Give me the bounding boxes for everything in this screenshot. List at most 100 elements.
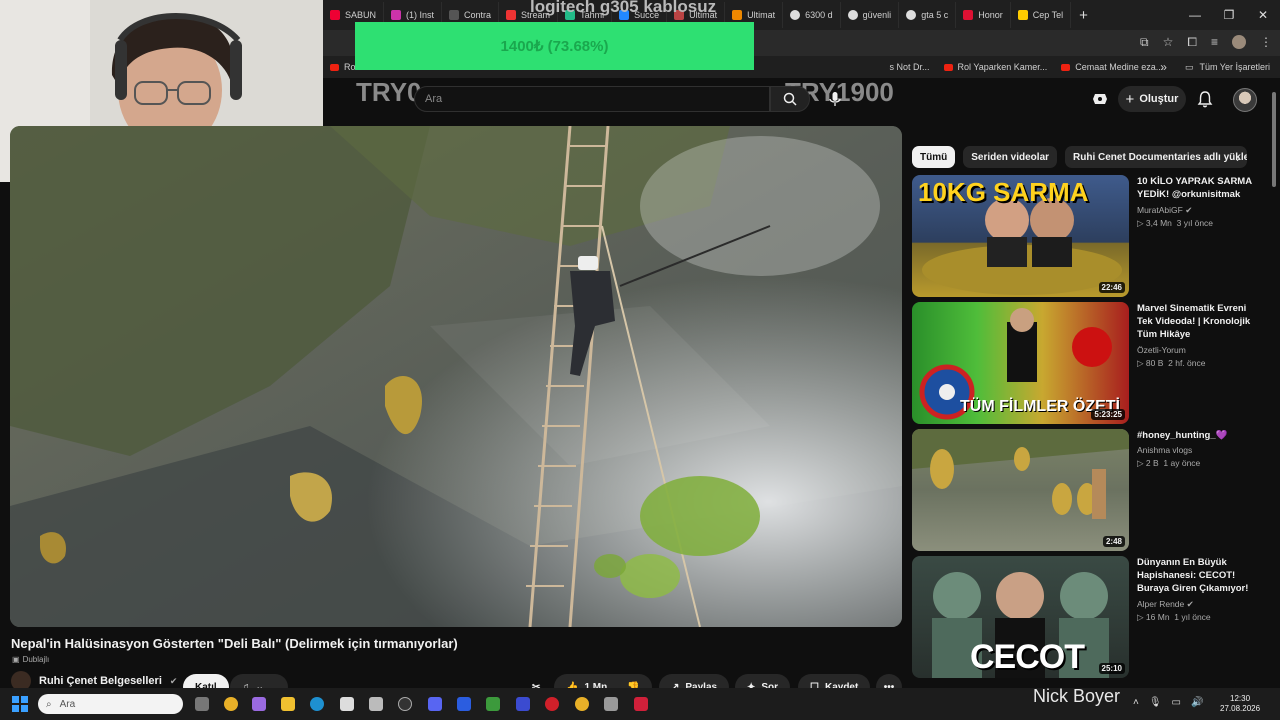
browser-tab[interactable]: güvenli <box>841 2 900 28</box>
gaming-icon[interactable] <box>1092 91 1108 107</box>
all-bookmarks-button[interactable]: Tüm Yer İşaretleri <box>1199 62 1270 72</box>
chevron-up-icon[interactable]: ˄ <box>1133 697 1139 708</box>
app-icon[interactable] <box>604 697 618 711</box>
edge-icon[interactable] <box>310 697 324 711</box>
play-icon: ▷ <box>1137 358 1144 368</box>
card-title[interactable]: 10 KİLO YAPRAK SARMA YEDİK! @orkunisitma… <box>1137 175 1262 201</box>
card-title[interactable]: Marvel Sinematik Evreni Tek Videoda! | K… <box>1137 302 1262 341</box>
minecraft-icon[interactable] <box>486 697 500 711</box>
bookmark-item[interactable]: s Not Dr... <box>883 62 937 72</box>
windows-start-icon[interactable] <box>12 696 28 712</box>
recommendation-card[interactable]: CECOT 25:10 Dünyanın En Büyük Hapishanes… <box>912 556 1272 678</box>
screenshot-icon[interactable]: ⧉ <box>1140 35 1149 50</box>
media-icon[interactable]: ≡ <box>1211 35 1218 50</box>
browser-tab[interactable]: gta 5 c <box>899 2 957 28</box>
card-meta: ▷ 80 B 2 hf. önce <box>1137 358 1206 368</box>
restore-icon[interactable]: ❐ <box>1212 0 1246 30</box>
app-icon[interactable] <box>457 697 471 711</box>
network-icon[interactable]: ▭ <box>1172 697 1181 708</box>
video-player[interactable] <box>10 126 902 627</box>
bookmarks-overflow-button[interactable]: » <box>1160 60 1167 74</box>
bookmark-item[interactable]: Cemaat Medine eza... <box>1054 62 1170 72</box>
google-icon <box>906 10 917 20</box>
card-title[interactable]: #honey_hunting_💜 <box>1137 429 1262 442</box>
dubbed-badge: ▣ Dublajlı <box>12 655 50 664</box>
task-view-icon[interactable] <box>195 697 209 711</box>
card-channel[interactable]: MuratAbiGF ✔ <box>1137 205 1192 216</box>
chrome-icon[interactable] <box>575 697 589 711</box>
extensions-icon[interactable]: ⧠ <box>1187 35 1197 50</box>
recommendation-card[interactable]: 2:48 #honey_hunting_💜 Anishma vlogs ▷ 2 … <box>912 429 1272 551</box>
chip-all[interactable]: Tümü <box>912 146 956 168</box>
chip-uploader[interactable]: Ruhi Cenet Documentaries adlı yükleyic <box>1065 146 1248 168</box>
browser-tab[interactable]: 6300 d <box>783 2 841 28</box>
star-icon[interactable]: ☆ <box>1163 35 1174 50</box>
video-thumbnail[interactable]: 10KG SARMA 22:46 <box>912 175 1129 297</box>
chip-series[interactable]: Seriden videolar <box>963 146 1058 168</box>
thumbnail-text: 10KG SARMA <box>918 177 1089 207</box>
streamer-name: Nick Boyer <box>1033 686 1121 706</box>
profile-avatar[interactable] <box>1232 35 1246 49</box>
play-icon: ▷ <box>1137 218 1144 228</box>
duration-badge: 25:10 <box>1098 663 1125 674</box>
new-tab-button[interactable]: + <box>1071 7 1096 24</box>
card-channel[interactable]: Alper Rende ✔ <box>1137 599 1194 610</box>
app-icon[interactable] <box>545 697 559 711</box>
close-icon[interactable]: ✕ <box>1246 0 1280 30</box>
microphone-icon <box>829 92 841 106</box>
discord-icon[interactable] <box>428 697 442 711</box>
volume-icon[interactable]: 🔊 <box>1191 697 1203 708</box>
obs-icon[interactable] <box>398 697 412 711</box>
google-icon <box>847 10 858 20</box>
channel-name[interactable]: Ruhi Çenet Belgeselleri <box>39 675 162 687</box>
app-icon[interactable] <box>516 697 530 711</box>
taskbar-search-input[interactable]: ⌕ Ara <box>38 694 183 714</box>
card-channel[interactable]: Anishma vlogs <box>1137 445 1192 455</box>
tab-icon <box>449 10 460 20</box>
search-input[interactable]: Ara <box>414 86 770 112</box>
play-icon: ▷ <box>1137 458 1144 468</box>
video-thumbnail[interactable]: TÜM FİLMLER ÖZETİ 5:23:25 <box>912 302 1129 424</box>
duration-badge: 22:46 <box>1098 282 1125 293</box>
video-frame <box>10 126 902 627</box>
chevron-right-icon[interactable]: › <box>1236 150 1240 165</box>
tab-icon <box>963 10 974 20</box>
app-icon[interactable] <box>252 697 266 711</box>
card-meta: ▷ 3,4 Mn 3 yıl önce <box>1137 218 1214 228</box>
menu-icon[interactable]: ⋮ <box>1260 35 1272 50</box>
verified-icon: ✔ <box>1185 205 1193 215</box>
chrome-icon[interactable] <box>224 697 238 711</box>
voice-search-button[interactable] <box>822 86 848 112</box>
notifications-bell-icon[interactable] <box>1197 90 1213 108</box>
taskbar-clock[interactable]: 12:30 27.08.2026 <box>1220 694 1260 714</box>
search-button[interactable] <box>770 86 810 112</box>
recommendation-card[interactable]: 10KG SARMA 22:46 10 KİLO YAPRAK SARMA YE… <box>912 175 1272 297</box>
microphone-icon[interactable]: 🎙 <box>1149 697 1162 708</box>
page-scrollbar[interactable] <box>1272 92 1276 187</box>
bookmark-item[interactable]: Rol Yaparken Kamer... <box>937 62 1055 72</box>
browser-tab[interactable]: Honor <box>956 2 1011 28</box>
file-explorer-icon[interactable] <box>281 697 295 711</box>
card-channel[interactable]: Özetli-Yorum <box>1137 345 1186 355</box>
thumbnail-art <box>912 429 1129 519</box>
bookmarks-right: » ▭ Tüm Yer İşaretleri <box>1160 60 1270 74</box>
create-button[interactable]: + Oluştur <box>1118 86 1186 112</box>
app-icon[interactable] <box>340 697 354 711</box>
stream-icon <box>506 10 517 20</box>
minimize-icon[interactable]: — <box>1178 0 1212 30</box>
video-thumbnail[interactable]: CECOT 25:10 <box>912 556 1129 678</box>
dub-icon: ▣ <box>12 655 20 664</box>
search-icon <box>783 92 797 106</box>
tab-icon <box>732 10 743 20</box>
duration-badge: 2:48 <box>1102 536 1125 547</box>
card-title[interactable]: Dünyanın En Büyük Hapishanesi: CECOT! Bu… <box>1137 556 1262 595</box>
app-icon[interactable] <box>634 697 648 711</box>
folder-icon: ▭ <box>1184 61 1194 72</box>
browser-tab[interactable]: Cep Tel <box>1011 2 1072 28</box>
account-avatar[interactable] <box>1233 88 1257 112</box>
store-icon[interactable] <box>369 697 383 711</box>
store-icon <box>1017 10 1028 20</box>
video-thumbnail[interactable]: 2:48 <box>912 429 1129 551</box>
recommendation-card[interactable]: TÜM FİLMLER ÖZETİ 5:23:25 Marvel Sinemat… <box>912 302 1272 424</box>
card-meta: ▷ 16 Mn 1 yıl önce <box>1137 612 1211 622</box>
